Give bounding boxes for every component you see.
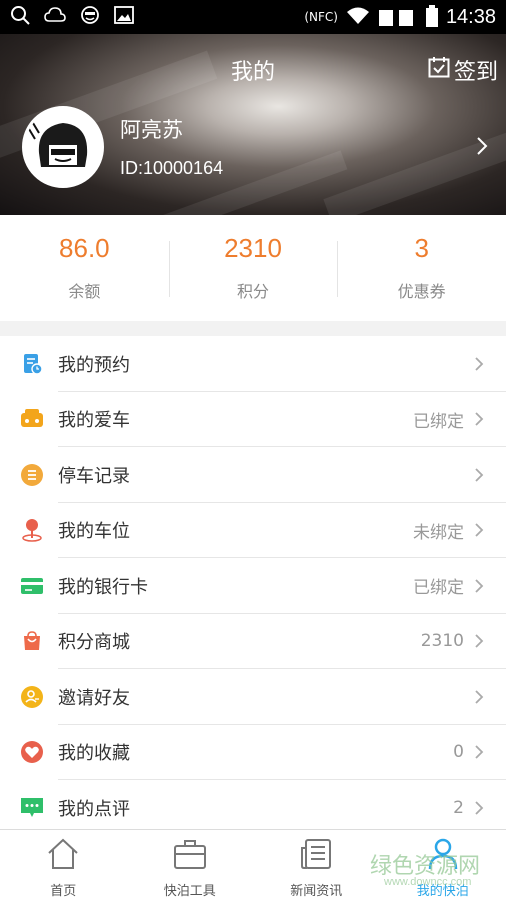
chevron-right-icon (474, 522, 486, 538)
profile-header: 我的 签到 阿亮苏 ID:10000164 (0, 34, 506, 215)
menu-value: 未绑定 (413, 522, 464, 543)
menu-label: 停车记录 (58, 465, 130, 487)
chevron-right-icon (474, 578, 486, 594)
menu-label: 我的爱车 (58, 410, 130, 432)
signal-icon (378, 6, 418, 29)
face-icon (80, 5, 100, 29)
stat-points[interactable]: 2310 积分 (168, 215, 338, 321)
menu-value: 2310 (420, 631, 464, 652)
menu-item-favorites[interactable]: 我的收藏 0 (0, 724, 506, 780)
menu-label: 积分商城 (58, 632, 130, 654)
tab-label: 新闻资讯 (290, 884, 343, 899)
chevron-right-icon (474, 411, 486, 427)
menu-label: 我的收藏 (58, 743, 130, 765)
battery-icon (425, 4, 438, 30)
search-icon (10, 5, 30, 29)
watermark-url: www.downcc.com (384, 876, 472, 888)
user-id: ID:10000164 (120, 158, 224, 178)
menu-list: 我的预约 我的爱车 已绑定 停车记录 我的车位 未绑定 我的银行卡 已绑定 积分… (0, 336, 506, 836)
calendar-check-icon (428, 56, 450, 84)
record-icon (20, 463, 44, 487)
menu-value: 0 (453, 742, 464, 763)
account-stats: 86.0 余额 2310 积分 3 优惠券 (0, 215, 506, 321)
menu-item-parking-records[interactable]: 停车记录 (0, 447, 506, 503)
location-pin-icon (20, 518, 44, 542)
signin-label: 签到 (453, 60, 498, 85)
menu-label: 我的银行卡 (58, 576, 148, 598)
nfc-indicator: (NFC) (304, 10, 338, 24)
car-icon (20, 407, 44, 431)
home-icon (46, 838, 80, 874)
menu-label: 邀请好友 (58, 687, 130, 709)
chevron-right-icon[interactable] (476, 136, 488, 160)
bank-card-icon (20, 574, 44, 598)
tab-home[interactable]: 首页 (0, 830, 127, 900)
chevron-right-icon (474, 633, 486, 649)
chevron-right-icon (474, 800, 486, 816)
stat-value: 3 (414, 233, 429, 263)
news-icon (299, 838, 333, 874)
weather-icon (44, 6, 66, 28)
heart-icon (20, 740, 44, 764)
chevron-right-icon (474, 356, 486, 372)
tab-label: 首页 (50, 884, 77, 899)
stat-label: 积分 (237, 282, 270, 301)
menu-item-my-car[interactable]: 我的爱车 已绑定 (0, 391, 506, 447)
menu-item-reviews[interactable]: 我的点评 2 (0, 780, 506, 836)
appointment-icon (20, 352, 44, 376)
menu-item-parking-space[interactable]: 我的车位 未绑定 (0, 502, 506, 558)
stat-balance[interactable]: 86.0 余额 (0, 215, 169, 321)
avatar[interactable] (22, 106, 104, 188)
tab-tools[interactable]: 快泊工具 (127, 830, 254, 900)
menu-value: 2 (453, 797, 464, 818)
menu-value: 已绑定 (413, 411, 464, 432)
wifi-icon (346, 7, 370, 28)
comment-icon (20, 796, 44, 820)
tab-news[interactable]: 新闻资讯 (253, 830, 380, 900)
stat-value: 2310 (224, 233, 282, 263)
signin-button[interactable]: 签到 (428, 54, 498, 86)
chevron-right-icon (474, 744, 486, 760)
chevron-right-icon (474, 467, 486, 483)
menu-label: 我的点评 (58, 798, 130, 820)
clock: 14:38 (445, 5, 496, 28)
menu-item-bank-card[interactable]: 我的银行卡 已绑定 (0, 558, 506, 614)
menu-label: 我的车位 (58, 521, 130, 543)
stat-coupons[interactable]: 3 优惠券 (337, 215, 506, 321)
tab-label: 快泊工具 (163, 884, 216, 899)
shopping-bag-icon (20, 629, 44, 653)
status-bar: (NFC) 14:38 (0, 0, 506, 34)
menu-value: 已绑定 (413, 578, 464, 599)
menu-item-appointments[interactable]: 我的预约 (0, 336, 506, 392)
image-icon (114, 6, 134, 28)
chevron-right-icon (474, 689, 486, 705)
stat-label: 优惠券 (397, 282, 446, 301)
stat-label: 余额 (68, 282, 101, 301)
invite-friend-icon (20, 685, 44, 709)
username: 阿亮苏 (120, 118, 183, 142)
stat-value: 86.0 (59, 233, 110, 263)
tab-my-profile[interactable]: 我的快泊 (380, 830, 506, 900)
bottom-tab-bar: 首页 快泊工具 新闻资讯 我的快泊 (0, 829, 506, 900)
toolbox-icon (173, 838, 207, 874)
menu-label: 我的预约 (58, 354, 130, 376)
menu-item-invite-friends[interactable]: 邀请好友 (0, 669, 506, 725)
profile-icon (426, 838, 460, 874)
menu-item-points-mall[interactable]: 积分商城 2310 (0, 613, 506, 669)
